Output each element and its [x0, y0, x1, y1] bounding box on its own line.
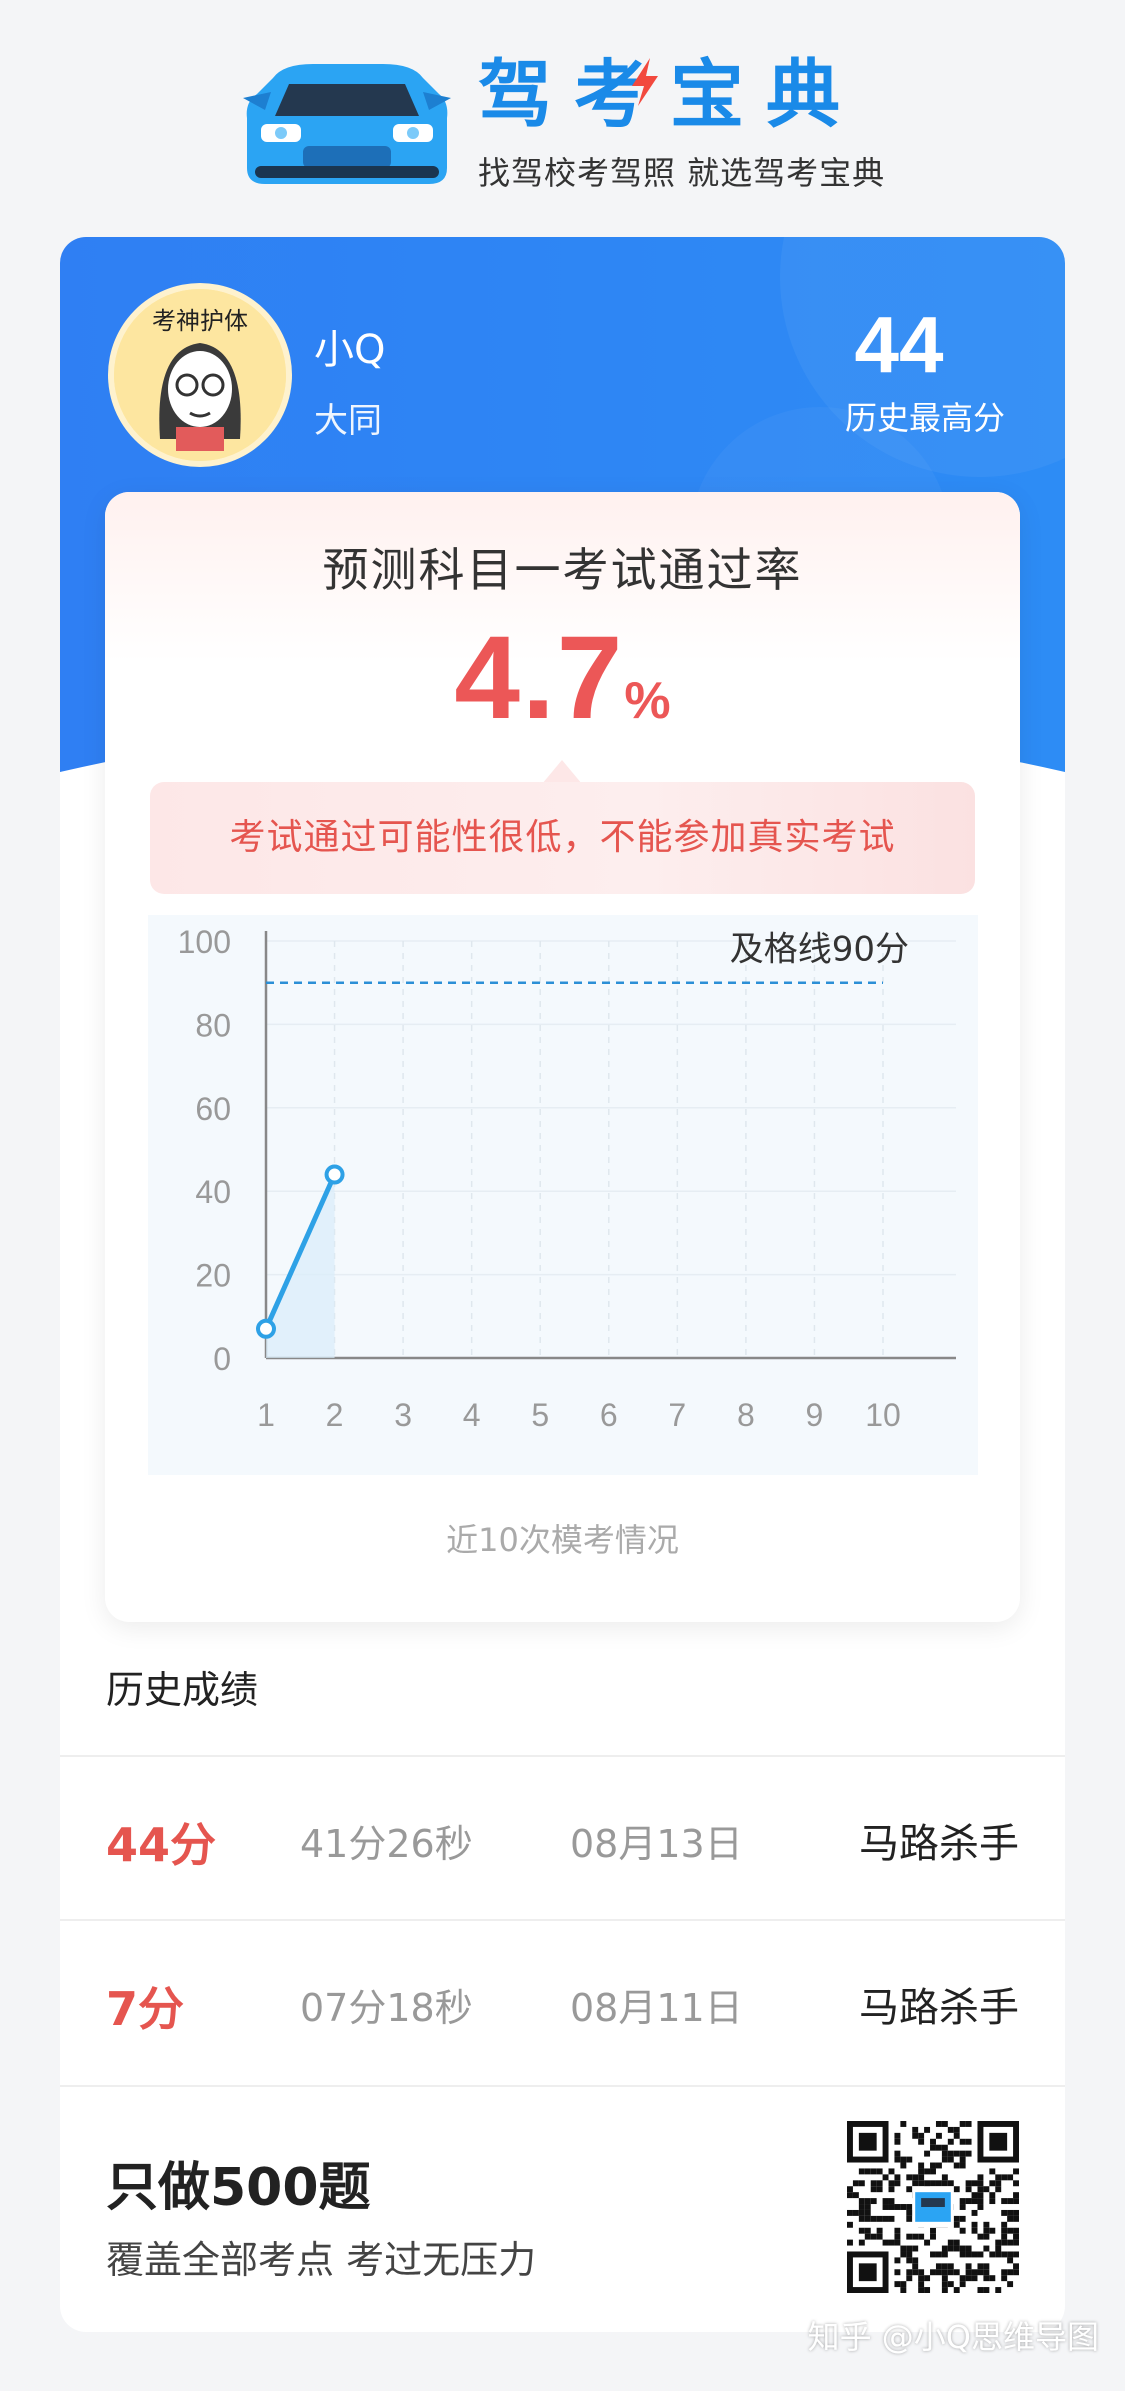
- history-row[interactable]: 44分 41分26秒 08月13日 马路杀手: [60, 1755, 1065, 1919]
- history-date: 08月13日: [570, 1822, 743, 1866]
- best-score: 44: [854, 300, 944, 389]
- pass-rate-value: 4.7: [454, 612, 625, 744]
- result-card: 考神护体 小Q 大同 44 历史最高分 预测科目一考试通过率 4.7% 考试通过…: [60, 237, 1065, 2332]
- brand-header: 驾考宝典 找驾校考驾照 就选驾考宝典: [0, 0, 1125, 220]
- history-date: 08月11日: [570, 1986, 743, 2030]
- x-tick-label: 7: [668, 1397, 686, 1433]
- brand-slogan: 找驾校考驾照 就选驾考宝典: [478, 154, 886, 192]
- x-tick-label: 2: [326, 1397, 344, 1433]
- pass-line-label: 及格线90分: [730, 930, 909, 970]
- promo-section: 只做500题 覆盖全部考点 考过无压力: [60, 2085, 1065, 2332]
- history-duration: 41分26秒: [300, 1822, 473, 1866]
- warning-caret: [542, 760, 582, 784]
- promo-title: 只做500题: [106, 2158, 371, 2218]
- qr-code-icon[interactable]: [847, 2121, 1019, 2293]
- chart-caption: 近10次模考情况: [446, 1521, 679, 1559]
- prediction-title: 预测科目一考试通过率: [322, 543, 803, 597]
- warning-banner: 考试通过可能性很低，不能参加真实考试: [150, 782, 975, 894]
- x-tick-label: 8: [737, 1397, 755, 1433]
- history-title: 历史成绩: [106, 1668, 259, 1712]
- y-tick-label: 0: [213, 1341, 231, 1377]
- brand-title: 驾考宝典: [478, 52, 862, 138]
- history-score: 7分: [106, 1982, 185, 2036]
- history-title-badge: 马路杀手: [859, 1821, 1019, 1867]
- y-tick-label: 60: [195, 1091, 231, 1127]
- history-row[interactable]: 7分 07分18秒 08月11日 马路杀手: [60, 1919, 1065, 2083]
- best-score-label: 历史最高分: [844, 399, 1005, 437]
- avatar-icon: 考神护体: [114, 289, 286, 461]
- data-point: [256, 1318, 276, 1339]
- user-city: 大同: [314, 401, 382, 441]
- x-tick-label: 5: [531, 1397, 549, 1433]
- x-tick-label: 6: [600, 1397, 618, 1433]
- watermark: 知乎 @小Q思维导图: [807, 2318, 1099, 2356]
- y-tick-label: 80: [195, 1007, 231, 1043]
- x-tick-label: 10: [865, 1397, 901, 1433]
- x-tick-label: 1: [257, 1397, 275, 1433]
- promo-subtitle: 覆盖全部考点 考过无压力: [106, 2238, 537, 2282]
- avatar-text: 考神护体: [152, 307, 248, 335]
- score-chart-svg: 0 20 40 60 80 100 1 2 3 4 5 6 7 8 9 10 及格线90分: [178, 924, 956, 1433]
- prediction-panel: 预测科目一考试通过率 4.7% 考试通过可能性很低，不能参加真实考试 0 20 40…: [105, 492, 1020, 1622]
- pass-rate: 4.7%: [105, 610, 1020, 746]
- y-tick-label: 20: [195, 1258, 231, 1294]
- pass-rate-unit: %: [624, 672, 671, 730]
- history-score: 44分: [106, 1818, 217, 1872]
- x-tick-label: 9: [806, 1397, 824, 1433]
- car-logo-icon: [243, 64, 451, 184]
- score-chart: 0 20 40 60 80 100 1 2 3 4 5 6 7 8 9 10 及格线90分: [148, 915, 978, 1475]
- data-point: [324, 1164, 345, 1185]
- avatar[interactable]: 考神护体: [108, 283, 292, 467]
- user-name: 小Q: [314, 327, 386, 373]
- x-tick-label: 4: [463, 1397, 481, 1433]
- y-tick-label: 100: [178, 924, 231, 960]
- x-tick-label: 3: [394, 1397, 412, 1433]
- history-title-badge: 马路杀手: [859, 1985, 1019, 2031]
- history-duration: 07分18秒: [300, 1986, 473, 2030]
- lightning-icon: [632, 58, 658, 106]
- y-tick-label: 40: [195, 1174, 231, 1210]
